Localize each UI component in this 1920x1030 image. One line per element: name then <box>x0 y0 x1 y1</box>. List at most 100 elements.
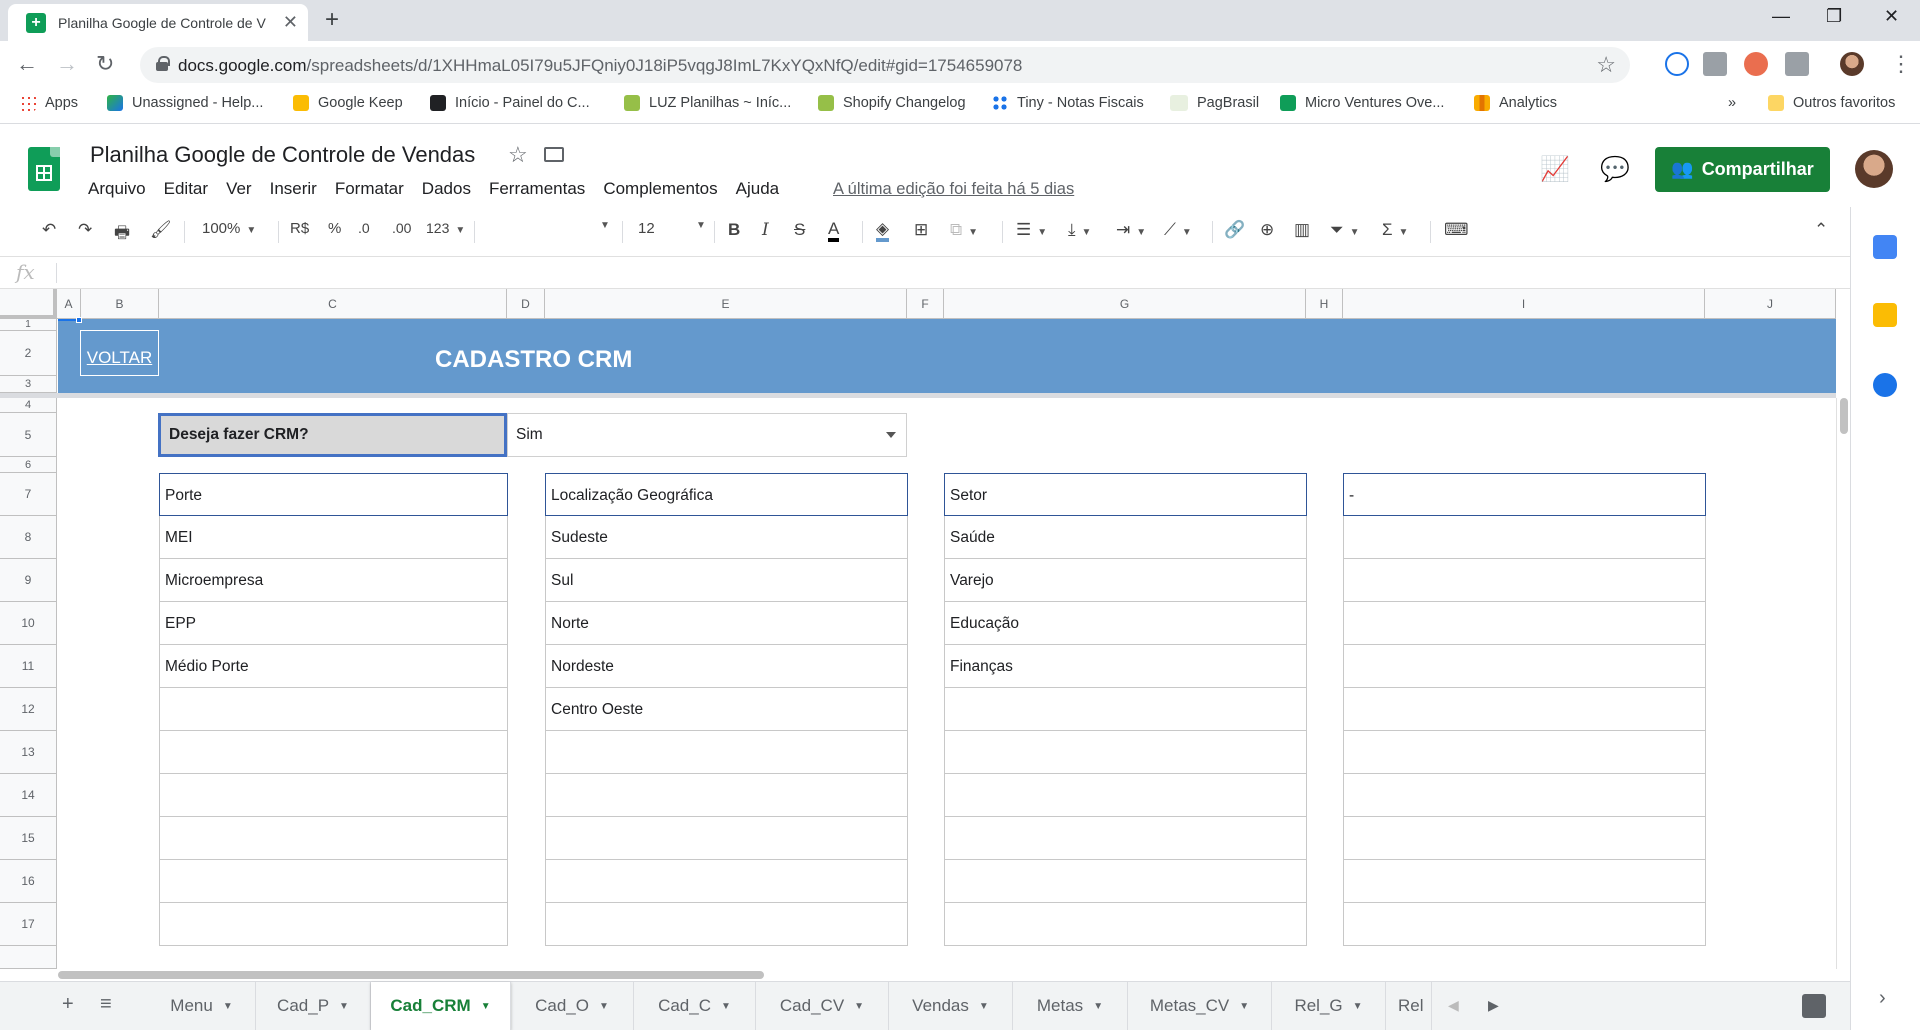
menu-complementos[interactable]: Complementos <box>603 179 717 199</box>
list-item[interactable] <box>545 860 908 903</box>
list-item[interactable]: Saúde <box>944 516 1307 559</box>
bookmark-unassigned[interactable]: Unassigned - Help... <box>107 95 263 111</box>
close-window-icon[interactable]: ✕ <box>1884 6 1899 27</box>
row-header-11[interactable]: 11 <box>0 645 57 688</box>
align-vertical-icon[interactable]: ⤓ ▼ <box>1068 220 1091 240</box>
list-item[interactable] <box>159 731 508 774</box>
back-icon[interactable]: ← <box>16 51 38 77</box>
bookmark-inicio[interactable]: Início - Painel do C... <box>430 95 590 111</box>
close-tab-icon[interactable]: ✕ <box>283 12 298 33</box>
column-header-b[interactable]: B <box>81 289 159 319</box>
calendar-icon[interactable] <box>1873 235 1897 259</box>
row-header-18[interactable] <box>0 946 57 969</box>
last-edit-link[interactable]: A última edição foi feita há 5 dias <box>833 180 1074 199</box>
tab-cad-p[interactable]: Cad_P ▼ <box>256 982 371 1030</box>
bookmark-shopify-changelog[interactable]: Shopify Changelog <box>818 95 966 111</box>
tab-metas-cv[interactable]: Metas_CV ▼ <box>1128 982 1272 1030</box>
move-folder-icon[interactable] <box>544 147 564 162</box>
list-item[interactable]: Finanças <box>944 645 1307 688</box>
bookmark-pagbrasil[interactable]: PagBrasil <box>1170 95 1259 111</box>
menu-editar[interactable]: Editar <box>164 179 208 199</box>
more-formats-select[interactable]: 123 ▼ <box>426 220 465 236</box>
percent-format-button[interactable]: % <box>328 220 341 237</box>
browser-menu-icon[interactable]: ⋮ <box>1890 51 1912 77</box>
list-header-setor[interactable]: Setor <box>944 473 1307 516</box>
extension-k-icon[interactable] <box>1744 52 1768 76</box>
menu-ajuda[interactable]: Ajuda <box>736 179 779 199</box>
tab-menu[interactable]: Menu ▼ <box>148 982 256 1030</box>
bold-icon[interactable]: B <box>728 220 740 240</box>
list-item[interactable] <box>159 817 508 860</box>
bookmark-luz[interactable]: LUZ Planilhas ~ Iníc... <box>624 95 791 111</box>
list-header-extra[interactable]: - <box>1343 473 1706 516</box>
collapse-menus-icon[interactable]: ⌃ <box>1814 220 1828 240</box>
tab-metas[interactable]: Metas ▼ <box>1013 982 1128 1030</box>
extension-icon[interactable] <box>1703 52 1727 76</box>
scroll-tabs-right-icon[interactable]: ▶ <box>1488 997 1499 1014</box>
increase-decimal-button[interactable]: .00 <box>392 220 411 236</box>
text-rotation-icon[interactable]: ⟋ ▼ <box>1164 220 1192 240</box>
sheets-logo-icon[interactable] <box>28 147 60 191</box>
row-header-14[interactable]: 14 <box>0 774 57 817</box>
activity-trend-icon[interactable]: 📈 <box>1540 155 1570 184</box>
tab-cad-crm[interactable]: Cad_CRM ▼ <box>371 982 511 1030</box>
extension-copy-icon[interactable] <box>1785 52 1809 76</box>
row-header-1[interactable]: 1 <box>0 319 57 331</box>
row-header-8[interactable]: 8 <box>0 516 57 559</box>
column-header-g[interactable]: G <box>944 289 1306 319</box>
fill-color-icon[interactable]: ◈ <box>876 220 890 242</box>
row-header-10[interactable]: 10 <box>0 602 57 645</box>
menu-arquivo[interactable]: Arquivo <box>88 179 146 199</box>
list-item[interactable] <box>1343 903 1706 946</box>
row-header-3[interactable]: 3 <box>0 376 57 393</box>
new-tab-icon[interactable]: + <box>325 6 339 34</box>
list-item[interactable]: Sudeste <box>545 516 908 559</box>
scroll-tabs-left-icon[interactable]: ◀ <box>1448 997 1459 1014</box>
row-header-9[interactable]: 9 <box>0 559 57 602</box>
row-header-5[interactable]: 5 <box>0 413 57 457</box>
horizontal-scroll-thumb[interactable] <box>58 971 764 979</box>
tab-cad-cv[interactable]: Cad_CV ▼ <box>756 982 889 1030</box>
list-item[interactable]: MEI <box>159 516 508 559</box>
account-avatar[interactable] <box>1855 150 1893 188</box>
browser-tab[interactable]: + Planilha Google de Controle de V ✕ <box>8 4 308 41</box>
list-item[interactable] <box>1343 860 1706 903</box>
list-item[interactable] <box>1343 602 1706 645</box>
font-size-select[interactable]: 12 ▼ <box>638 220 706 237</box>
list-item[interactable] <box>545 903 908 946</box>
strikethrough-icon[interactable]: S <box>794 220 805 240</box>
row-header-6[interactable]: 6 <box>0 457 57 473</box>
list-item[interactable]: Norte <box>545 602 908 645</box>
bookmark-apps[interactable]: Apps <box>20 95 78 111</box>
menu-formatar[interactable]: Formatar <box>335 179 404 199</box>
column-header-j[interactable]: J <box>1705 289 1836 319</box>
list-item[interactable] <box>545 817 908 860</box>
row-header-13[interactable]: 13 <box>0 731 57 774</box>
list-item[interactable] <box>1343 559 1706 602</box>
insert-link-icon[interactable]: 🔗 <box>1224 220 1245 240</box>
row-header-12[interactable]: 12 <box>0 688 57 731</box>
list-item[interactable] <box>1343 516 1706 559</box>
list-item[interactable]: Educação <box>944 602 1307 645</box>
row-header-7[interactable]: 7 <box>0 473 57 516</box>
list-item[interactable] <box>944 903 1307 946</box>
menu-inserir[interactable]: Inserir <box>270 179 317 199</box>
all-sheets-icon[interactable]: ≡ <box>100 993 112 1016</box>
column-header-d[interactable]: D <box>507 289 545 319</box>
list-item[interactable] <box>1343 645 1706 688</box>
keep-icon[interactable] <box>1873 303 1897 327</box>
minimize-icon[interactable]: — <box>1772 6 1790 27</box>
row-header-2[interactable]: 2 <box>0 331 57 376</box>
bookmark-analytics[interactable]: Analytics <box>1474 95 1557 111</box>
insert-chart-icon[interactable]: ▥ <box>1294 220 1310 240</box>
filter-icon[interactable]: ⏷ ▼ <box>1330 220 1360 240</box>
share-button[interactable]: 👥 Compartilhar <box>1655 147 1830 192</box>
vertical-scrollbar[interactable] <box>1836 398 1850 969</box>
restore-icon[interactable]: ❐ <box>1826 6 1842 27</box>
document-title[interactable]: Planilha Google de Controle de Vendas <box>90 142 475 168</box>
text-color-icon[interactable]: A <box>828 220 840 242</box>
bookmark-micro-ventures[interactable]: Micro Ventures Ove... <box>1280 95 1444 111</box>
row-header-4[interactable]: 4 <box>0 398 57 413</box>
merge-cells-icon[interactable]: ⧉ ▼ <box>950 220 978 240</box>
list-item[interactable] <box>1343 688 1706 731</box>
